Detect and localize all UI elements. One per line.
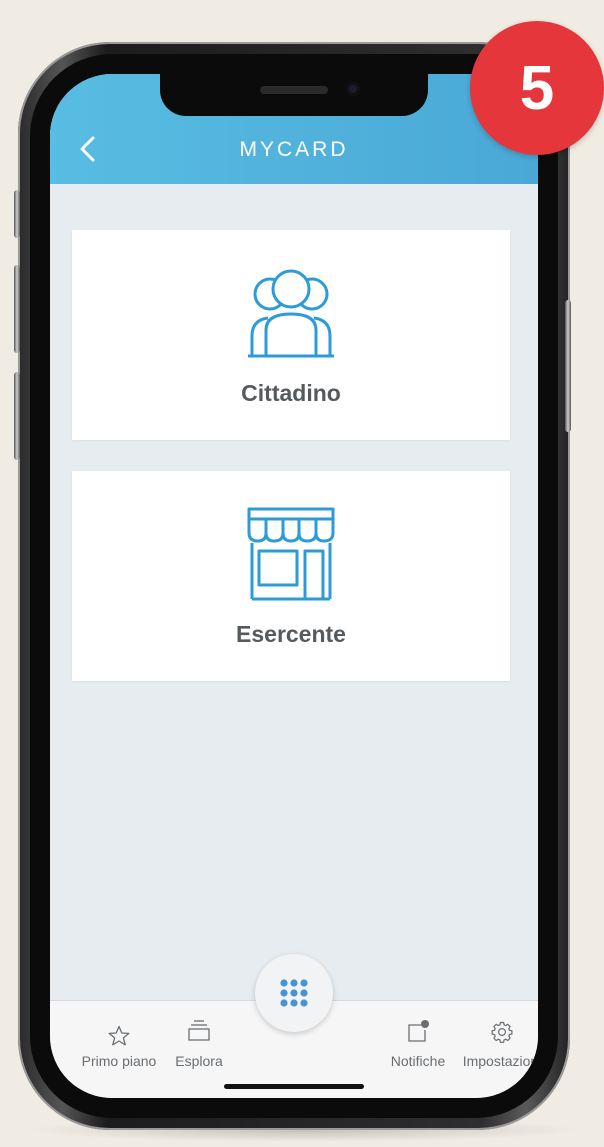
notch xyxy=(160,74,428,116)
front-camera xyxy=(346,82,360,96)
tab-label: Primo piano xyxy=(81,1053,157,1069)
star-icon xyxy=(108,1025,130,1046)
esercente-label: Esercente xyxy=(236,621,346,647)
volume-down-button xyxy=(14,372,20,460)
gear-icon xyxy=(491,1021,513,1043)
tab-impostazioni[interactable]: Impostazioni xyxy=(460,1001,538,1077)
tab-primo-piano[interactable]: Primo piano xyxy=(76,1001,162,1077)
home-indicator xyxy=(224,1084,364,1089)
storefront-icon xyxy=(247,507,335,601)
speaker-grill xyxy=(260,86,328,94)
cittadino-label: Cittadino xyxy=(241,380,341,406)
mute-switch xyxy=(14,190,20,238)
center-menu-button[interactable] xyxy=(255,954,333,1032)
volume-up-button xyxy=(14,265,20,353)
tab-label: Esplora xyxy=(175,1053,223,1069)
tab-esplora[interactable]: Esplora xyxy=(164,1001,234,1077)
notification-icon xyxy=(408,1020,429,1042)
phone-screen: MYCARD Cittadino Esercente Primo piano E… xyxy=(50,74,538,1098)
esercente-card[interactable]: Esercente xyxy=(72,471,510,681)
page-title: MYCARD xyxy=(239,138,349,161)
grid-dots-icon xyxy=(280,979,308,1007)
tab-label: Impostazioni xyxy=(462,1053,538,1069)
step-badge: 5 xyxy=(470,21,604,155)
stage: MYCARD Cittadino Esercente Primo piano E… xyxy=(0,0,604,1147)
tab-label: Notifiche xyxy=(390,1053,446,1069)
tab-notifiche[interactable]: Notifiche xyxy=(376,1001,460,1077)
people-group-icon xyxy=(248,269,334,358)
layers-icon xyxy=(188,1020,210,1041)
power-button xyxy=(565,300,571,432)
cittadino-card[interactable]: Cittadino xyxy=(72,230,510,440)
step-number: 5 xyxy=(519,54,555,123)
